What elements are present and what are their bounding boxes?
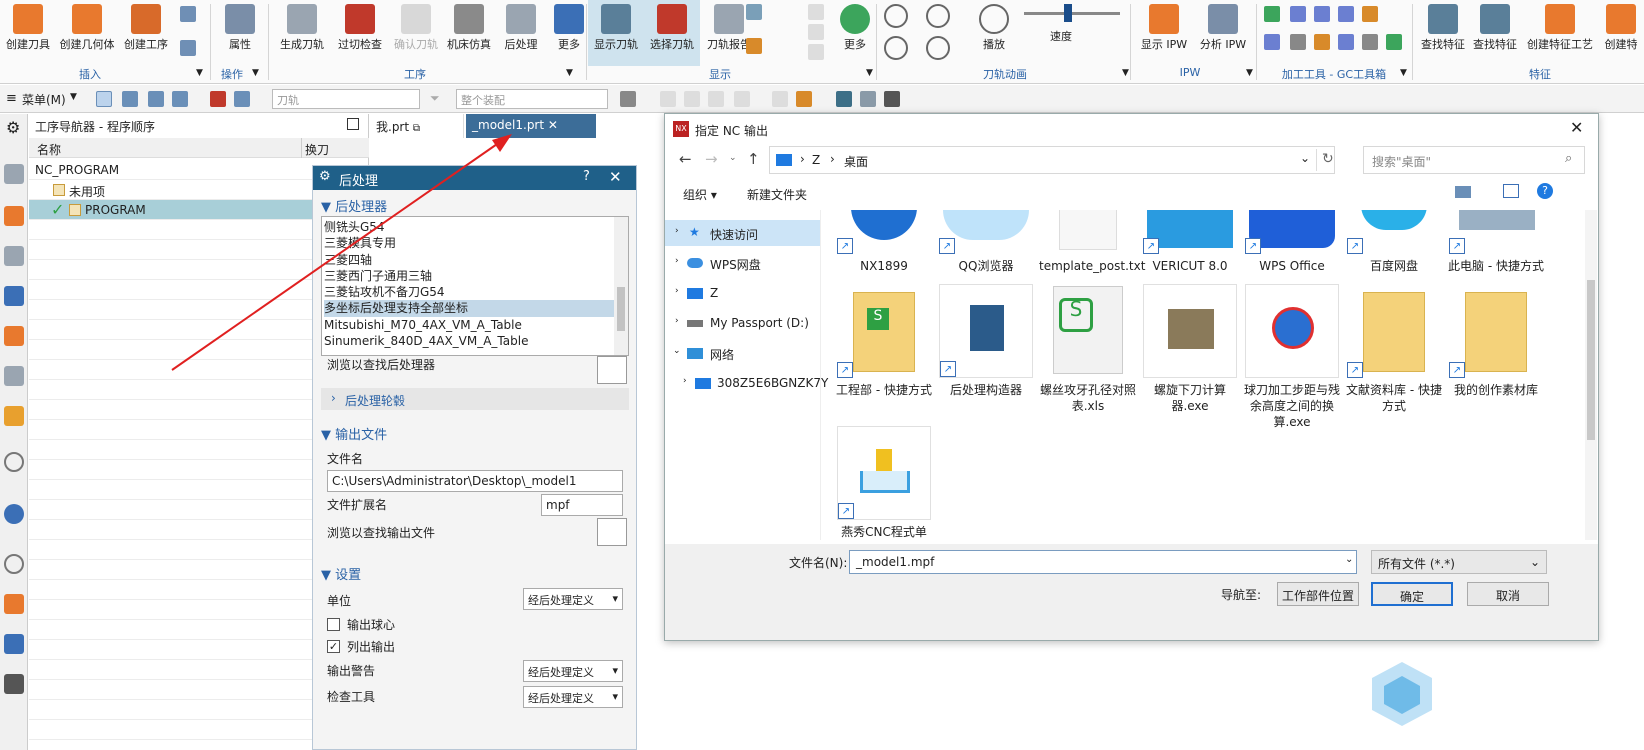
- dialog-footer: 文件名(N): _model1.mpf ⌄ 所有文件 (*.*) ⌄ 导航至: 工…: [665, 544, 1598, 640]
- shortcut-icon: ↗: [837, 238, 853, 254]
- file-tile[interactable]: ↗ NX1899: [835, 210, 933, 274]
- file-scrollbar[interactable]: [1585, 210, 1597, 540]
- path-desktop[interactable]: 桌面: [844, 153, 868, 170]
- refresh-icon[interactable]: ↻: [1322, 151, 1334, 167]
- post-builder-icon: [970, 305, 1004, 351]
- preview-pane-icon[interactable]: [1503, 184, 1519, 198]
- monitor-icon: [687, 288, 703, 299]
- file-tile[interactable]: ↗ 后处理构造器: [937, 284, 1035, 398]
- help-icon[interactable]: ?: [1537, 183, 1553, 199]
- file-tile[interactable]: ↗ 文献资料库 - 快捷方式: [1345, 284, 1443, 414]
- file-tile[interactable]: S 螺丝攻牙孔径对照表.xls: [1039, 284, 1137, 414]
- shortcut-icon: ↗: [1449, 238, 1465, 254]
- file-tile[interactable]: 球刀加工步距与残余高度之间的换算.exe: [1243, 284, 1341, 430]
- file-tile[interactable]: ↗ QQ浏览器: [937, 210, 1035, 274]
- chevron-down-icon[interactable]: ⌄: [1345, 554, 1353, 565]
- network-icon: [687, 348, 703, 359]
- tree-quick-access[interactable]: › ★ 快速访问: [665, 220, 820, 246]
- filename-label: 文件名(N):: [789, 556, 848, 570]
- folder-icon: [853, 292, 915, 372]
- chevron-down-icon[interactable]: ⌄: [1300, 151, 1310, 165]
- organize-button[interactable]: 组织 ▾: [683, 186, 717, 203]
- file-tile[interactable]: ↗ 燕秀CNC程式单: [835, 426, 933, 540]
- exe-icon: [1272, 307, 1314, 349]
- file-tile[interactable]: 螺旋下刀计算器.exe: [1141, 284, 1239, 414]
- star-icon: ★: [689, 225, 700, 239]
- watermark-cube-icon: [1368, 660, 1436, 728]
- view-icon[interactable]: [1455, 186, 1471, 198]
- chevron-down-icon[interactable]: ⌄: [729, 153, 737, 163]
- tray-icon: [860, 471, 910, 493]
- shortcut-icon: ↗: [1143, 238, 1159, 254]
- computer-icon: [1459, 210, 1535, 230]
- tree-computer[interactable]: › 308Z5E6BGNZK7Y: [665, 370, 828, 396]
- folder-icon: [1363, 292, 1425, 372]
- address-bar[interactable]: › Z › 桌面 ⌄ ↻: [769, 146, 1335, 174]
- monitor-icon: [695, 378, 711, 389]
- shortcut-icon: ↗: [1449, 362, 1465, 378]
- work-part-location-button[interactable]: 工作部件位置: [1277, 582, 1359, 606]
- baidu-drive-icon: [1361, 210, 1427, 230]
- ok-button[interactable]: 确定: [1371, 582, 1453, 606]
- new-folder-button[interactable]: 新建文件夹: [747, 186, 807, 203]
- close-icon[interactable]: ✕: [1570, 118, 1583, 137]
- file-type-select[interactable]: 所有文件 (*.*) ⌄: [1371, 550, 1547, 574]
- back-arrow-icon[interactable]: ←: [679, 150, 692, 168]
- cloud-icon: [687, 258, 703, 268]
- path-z[interactable]: Z: [812, 153, 820, 167]
- file-tile[interactable]: ↗ 我的创作素材库: [1447, 284, 1545, 398]
- text-file-icon: [1059, 210, 1117, 250]
- drive-icon: [687, 320, 703, 327]
- wps-icon: [1249, 210, 1335, 248]
- nx-icon: [851, 210, 917, 240]
- qq-browser-icon: [943, 210, 1029, 240]
- wps-sheet-icon: S: [867, 308, 889, 330]
- nx-logo-icon: NX: [673, 121, 689, 137]
- shortcut-icon: ↗: [940, 361, 956, 377]
- search-input[interactable]: 搜索"桌面": [1363, 146, 1585, 174]
- dialog-titlebar: NX 指定 NC 输出 ✕: [665, 114, 1598, 144]
- file-grid: ↗ NX1899 ↗ QQ浏览器 template_post.txt ↗ VERICU…: [825, 210, 1585, 540]
- nav-to-label: 导航至:: [1221, 588, 1262, 602]
- exe-icon: [1168, 309, 1214, 349]
- vericut-icon: [1147, 210, 1233, 248]
- tree-wps-drive[interactable]: › WPS网盘: [665, 250, 820, 276]
- file-tile[interactable]: ↗ WPS Office: [1243, 210, 1341, 274]
- file-tile[interactable]: template_post.txt: [1039, 210, 1145, 274]
- forward-arrow-icon[interactable]: →: [705, 150, 718, 168]
- dialog-title: 指定 NC 输出: [695, 124, 768, 138]
- wps-sheet-icon: S: [1059, 298, 1093, 332]
- shortcut-icon: ↗: [837, 362, 853, 378]
- file-tile[interactable]: ↗ VERICUT 8.0: [1141, 210, 1239, 274]
- tree-passport[interactable]: › My Passport (D:): [665, 310, 820, 336]
- shortcut-icon: ↗: [1245, 238, 1261, 254]
- monitor-icon: [776, 154, 792, 166]
- up-arrow-icon[interactable]: ↑: [747, 150, 760, 168]
- shortcut-icon: ↗: [1347, 238, 1363, 254]
- nc-output-dialog: NX 指定 NC 输出 ✕ ← → ⌄ ↑ › Z › 桌面 ⌄ ↻ 搜索"桌面…: [664, 113, 1599, 641]
- file-tile[interactable]: ↗ 百度网盘: [1345, 210, 1443, 274]
- search-icon[interactable]: ⌕: [1565, 151, 1572, 166]
- file-tile[interactable]: S ↗ 工程部 - 快捷方式: [835, 284, 933, 398]
- shortcut-icon: ↗: [1347, 362, 1363, 378]
- file-tile[interactable]: ↗ 此电脑 - 快捷方式: [1447, 210, 1545, 274]
- tree-network[interactable]: ⌄ 网络: [665, 340, 820, 366]
- shortcut-icon: ↗: [838, 503, 854, 519]
- filename-input[interactable]: _model1.mpf: [849, 550, 1357, 574]
- cancel-button[interactable]: 取消: [1467, 582, 1549, 606]
- tree-z[interactable]: › Z: [665, 280, 820, 306]
- shortcut-icon: ↗: [939, 238, 955, 254]
- nav-tree: › ★ 快速访问 › WPS网盘 › Z › My Passport (D:) ⌄ 网络 ›…: [665, 210, 828, 540]
- folder-icon: [1465, 292, 1527, 372]
